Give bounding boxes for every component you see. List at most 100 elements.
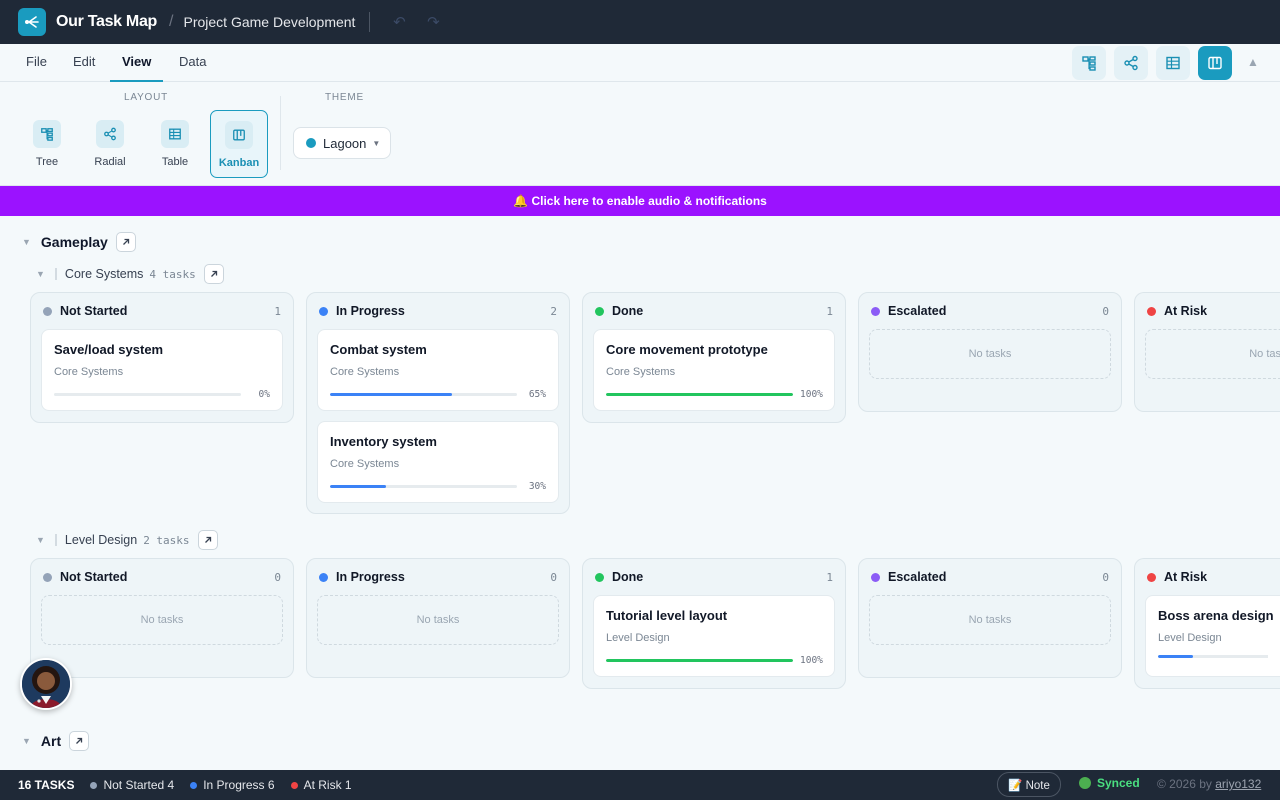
column-count: 1 bbox=[274, 304, 281, 318]
kanban-view-button[interactable] bbox=[1198, 46, 1232, 80]
enable-notifications-banner[interactable]: 🔔 Click here to enable audio & notificat… bbox=[0, 186, 1280, 216]
status-dot bbox=[290, 781, 298, 789]
progress-row: 0% bbox=[54, 389, 270, 400]
open-external-icon[interactable] bbox=[197, 530, 218, 550]
menu-data[interactable]: Data bbox=[179, 44, 206, 82]
progress-bar bbox=[330, 393, 517, 396]
column-header: In Progress 0 bbox=[307, 559, 569, 595]
table-icon bbox=[1166, 56, 1180, 70]
column-header: In Progress 2 bbox=[307, 293, 569, 329]
column-title: Escalated bbox=[888, 570, 947, 584]
subgroup-count: 4 tasks bbox=[149, 267, 196, 281]
note-button[interactable]: 📝 Note bbox=[997, 772, 1061, 797]
progress-bar bbox=[1158, 655, 1268, 658]
kanban-column-escalated: Escalated 0 No tasks bbox=[858, 292, 1122, 412]
subgroup-title: Level Design bbox=[64, 533, 138, 547]
kanban-column-not-started: Not Started 0 No tasks bbox=[30, 558, 294, 678]
column-header: Not Started 0 bbox=[31, 559, 293, 595]
undo-icon[interactable]: ↶ bbox=[388, 13, 410, 31]
task-card[interactable]: Save/load system Core Systems 0% bbox=[41, 329, 283, 411]
task-card[interactable]: Tutorial level layout Level Design 100% bbox=[593, 595, 835, 677]
empty-label: No tasks bbox=[1249, 348, 1280, 360]
subgroup-title: Core Systems bbox=[64, 267, 144, 281]
layout-kanban-button[interactable]: Kanban bbox=[210, 110, 268, 178]
status-label: In Progress 6 bbox=[203, 778, 275, 792]
group-title: Art bbox=[40, 733, 62, 749]
author-link[interactable]: ariyo132 bbox=[1215, 777, 1261, 791]
column-header: Escalated 0 bbox=[859, 559, 1121, 595]
collapse-caret-icon[interactable]: ▼ bbox=[36, 535, 45, 545]
menu-file[interactable]: File bbox=[26, 44, 47, 82]
radial-view-button[interactable] bbox=[1114, 46, 1148, 80]
status-dot bbox=[319, 306, 328, 316]
status-dot bbox=[43, 306, 52, 316]
group-title: Gameplay bbox=[40, 234, 108, 250]
collapse-caret-icon[interactable]: ▼ bbox=[22, 237, 31, 247]
menu-view[interactable]: View bbox=[110, 44, 164, 82]
open-external-icon[interactable] bbox=[115, 232, 136, 252]
layout-radial-button[interactable]: Radial bbox=[81, 110, 139, 178]
column-title: Done bbox=[612, 304, 644, 318]
redo-icon[interactable]: ↷ bbox=[422, 13, 444, 31]
column-title: Not Started bbox=[60, 570, 128, 584]
task-card[interactable]: Boss arena design Level Design bbox=[1145, 595, 1280, 677]
layout-table-button[interactable]: Table bbox=[146, 110, 204, 178]
open-external-icon[interactable] bbox=[203, 264, 224, 284]
task-card[interactable]: Inventory system Core Systems 30% bbox=[317, 421, 559, 503]
tree-icon bbox=[1082, 56, 1096, 71]
subgroup-header: ▼ Core Systems 4 tasks bbox=[36, 264, 224, 284]
theme-select[interactable]: Lagoon ▼ bbox=[293, 127, 391, 159]
theme-color-dot bbox=[306, 138, 316, 148]
kanban-column-done: Done 1 Core movement prototype Core Syst… bbox=[582, 292, 846, 423]
avatar-portrait bbox=[22, 660, 70, 708]
view-toolbar: LAYOUT Tree Radial Table Kanban THEME La… bbox=[0, 82, 1280, 186]
status-dot bbox=[595, 572, 604, 582]
column-count: 1 bbox=[826, 570, 833, 584]
status-dot bbox=[319, 572, 328, 582]
progress-row: 100% bbox=[606, 655, 823, 666]
task-title: Combat system bbox=[330, 342, 427, 357]
empty-column-placeholder: No tasks bbox=[317, 595, 559, 645]
theme-section-label: THEME bbox=[325, 92, 364, 103]
menu-edit[interactable]: Edit bbox=[73, 44, 95, 82]
app-logo-icon[interactable] bbox=[18, 8, 46, 36]
kanban-icon bbox=[1208, 56, 1222, 70]
progress-bar bbox=[606, 659, 793, 662]
layout-tree-button[interactable]: Tree bbox=[18, 110, 76, 178]
table-icon bbox=[161, 120, 189, 148]
kanban-column-at-risk: At Risk No tasks bbox=[1134, 292, 1280, 412]
progress-row: 100% bbox=[606, 389, 823, 400]
empty-column-placeholder: No tasks bbox=[869, 595, 1111, 645]
collapse-toolbar-icon[interactable]: ▲ bbox=[1247, 55, 1259, 69]
column-title: At Risk bbox=[1164, 570, 1208, 584]
task-subgroup: Level Design bbox=[1158, 632, 1222, 644]
tree-view-button[interactable] bbox=[1072, 46, 1106, 80]
empty-column-placeholder: No tasks bbox=[1145, 329, 1280, 379]
layout-table-label: Table bbox=[161, 156, 189, 168]
empty-column-placeholder: No tasks bbox=[41, 595, 283, 645]
column-title: In Progress bbox=[336, 570, 405, 584]
progress-fill bbox=[606, 659, 793, 662]
task-subgroup: Level Design bbox=[606, 632, 670, 644]
progress-fill bbox=[1158, 655, 1194, 658]
status-not-started: Not Started 4 bbox=[90, 778, 174, 792]
progress-fill bbox=[606, 393, 793, 396]
open-external-icon[interactable] bbox=[69, 731, 90, 751]
collapse-caret-icon[interactable]: ▼ bbox=[22, 736, 31, 746]
status-dot bbox=[1147, 572, 1156, 582]
table-view-button[interactable] bbox=[1156, 46, 1190, 80]
project-name[interactable]: Project Game Development bbox=[183, 14, 355, 30]
progress-row: 65% bbox=[330, 389, 546, 400]
task-subgroup: Core Systems bbox=[330, 366, 400, 378]
collapse-caret-icon[interactable]: ▼ bbox=[36, 269, 45, 279]
kanban-column-done: Done 1 Tutorial level layout Level Desig… bbox=[582, 558, 846, 689]
task-card[interactable]: Combat system Core Systems 65% bbox=[317, 329, 559, 411]
task-title: Tutorial level layout bbox=[606, 608, 728, 623]
task-card[interactable]: Core movement prototype Core Systems 100… bbox=[593, 329, 835, 411]
task-subgroup: Core Systems bbox=[606, 366, 676, 378]
copyright-text: © 2026 by bbox=[1157, 777, 1212, 791]
status-dot bbox=[43, 572, 52, 582]
user-avatar[interactable] bbox=[20, 658, 72, 710]
status-dot bbox=[190, 781, 198, 789]
column-title: Not Started bbox=[60, 304, 128, 318]
